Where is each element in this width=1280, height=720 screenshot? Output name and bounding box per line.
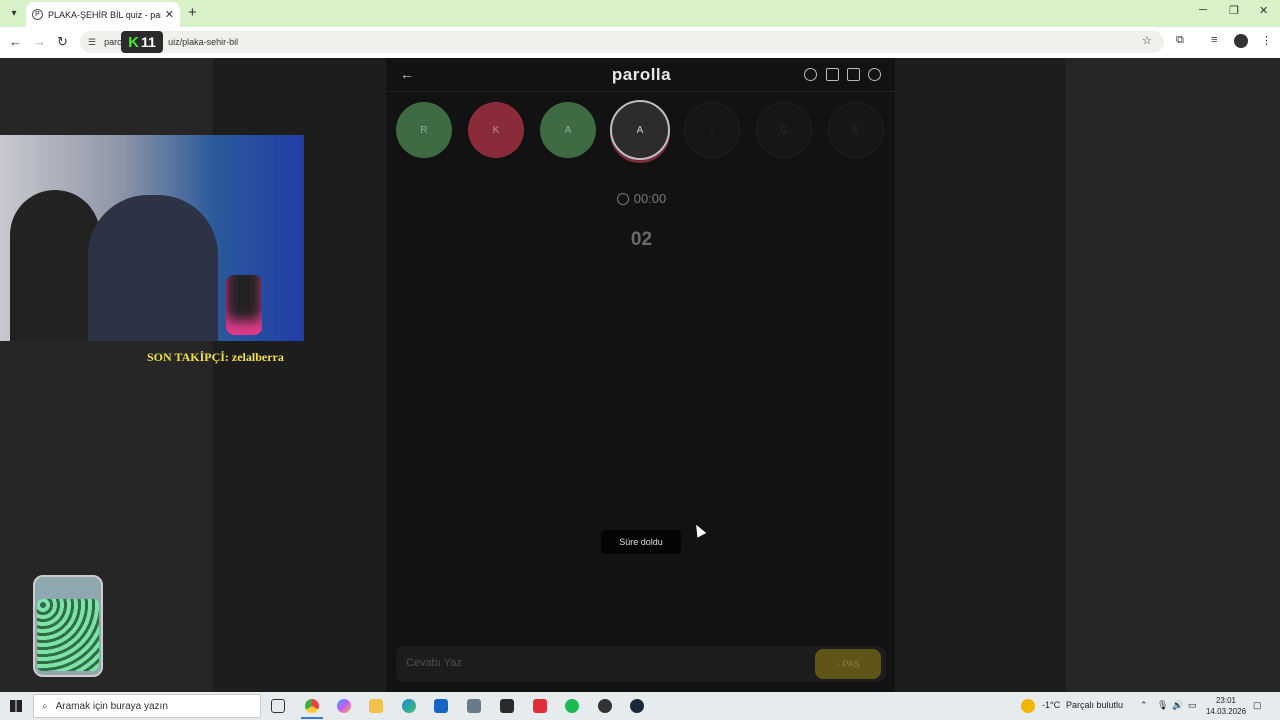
pass-button[interactable]: › PAS: [815, 649, 881, 679]
weather-temp[interactable]: -1°C: [1042, 700, 1060, 710]
app-header: ← parolla: [386, 58, 897, 92]
feedback-icon[interactable]: [847, 68, 860, 81]
app-logo: parolla: [611, 65, 672, 84]
taskbar-search[interactable]: ⌕ Aramak için buraya yazın: [33, 694, 261, 718]
network-icon[interactable]: ▭: [1188, 700, 1197, 711]
stream-badge-number: 11: [141, 34, 156, 50]
copilot-icon[interactable]: [337, 699, 351, 713]
letter-circle: Ç: [756, 102, 812, 158]
weather-text[interactable]: Parçalı bulutlu: [1066, 700, 1123, 710]
timer-value: 00:00: [633, 191, 667, 206]
streamer-silhouette: [10, 190, 100, 341]
bookmark-star-icon[interactable]: ☆: [1142, 34, 1152, 47]
parolla-app: ← parolla R K A A I Ç E 00:00 02 Süre do…: [385, 58, 897, 692]
windows-start-icon[interactable]: [10, 700, 22, 712]
reload-icon[interactable]: ↻: [57, 34, 68, 50]
letter-circle: K: [468, 102, 524, 158]
system-clock[interactable]: 23:01 14.03.2026: [1206, 695, 1246, 717]
stream-badge: K 11: [121, 31, 163, 53]
tip-jar-image: [33, 575, 103, 677]
stream-badge-letter: K: [128, 33, 140, 51]
spotify-icon[interactable]: [565, 699, 579, 713]
back-arrow-icon[interactable]: ←: [9, 34, 22, 49]
clock-date: 14.03.2026: [1206, 707, 1247, 716]
letter-circle: R: [396, 102, 452, 158]
clock-time: 23:01: [1215, 696, 1237, 705]
chevron-right-icon: ›: [836, 659, 840, 669]
extensions-icon[interactable]: ⧉: [1176, 34, 1184, 47]
restore-button[interactable]: ❐: [1229, 4, 1239, 17]
browser-tab-bar: ▾ P PLAKA-ŞEHİR BİL quiz - parolla ✕ + ─…: [0, 0, 1280, 27]
time-up-toast: Süre doldu: [601, 530, 681, 554]
minimize-button[interactable]: ─: [1199, 4, 1207, 16]
clock-icon: [616, 193, 629, 205]
webcam-feed: [0, 135, 304, 341]
answer-input[interactable]: [406, 657, 786, 669]
menu-kebab-icon[interactable]: ⋮: [1261, 34, 1272, 47]
edge-icon[interactable]: [402, 699, 416, 713]
app-red-icon[interactable]: [533, 699, 547, 713]
tab-title: PLAKA-ŞEHİR BİL quiz - parolla: [48, 9, 161, 20]
new-tab-button[interactable]: +: [188, 4, 197, 21]
tab-search-chevron-icon[interactable]: ▾: [6, 5, 22, 21]
tab-close-icon[interactable]: ✕: [165, 8, 174, 21]
letter-circle: A: [540, 102, 596, 158]
site-info-icon[interactable]: ☰: [88, 37, 96, 48]
app-icon[interactable]: [467, 699, 481, 713]
forward-arrow-icon[interactable]: →: [33, 34, 46, 49]
pass-label: PAS: [842, 659, 860, 669]
file-explorer-icon[interactable]: [369, 699, 383, 713]
lamp-image: [226, 275, 262, 335]
profile-avatar[interactable]: [1234, 34, 1248, 48]
weather-icon[interactable]: [1021, 699, 1035, 713]
letter-circle-active: A: [610, 100, 670, 160]
task-view-icon[interactable]: [271, 699, 285, 713]
stats-icon[interactable]: [826, 68, 839, 81]
user-icon[interactable]: [868, 68, 881, 81]
obs-icon[interactable]: [598, 699, 612, 713]
search-icon: ⌕: [42, 700, 48, 712]
letter-circle: E: [828, 102, 884, 158]
notifications-icon[interactable]: ▢: [1253, 700, 1262, 711]
browser-tab[interactable]: P PLAKA-ŞEHİR BİL quiz - parolla ✕: [26, 2, 180, 27]
windows-taskbar: ⌕ Aramak için buraya yazın -1°C Parçalı …: [0, 692, 1280, 720]
store-icon[interactable]: [500, 699, 514, 713]
tray-chevron-icon[interactable]: ⌃: [1140, 700, 1148, 711]
outlook-icon[interactable]: [434, 699, 448, 713]
timer: 00:00: [386, 191, 897, 206]
right-background-panel: [1066, 58, 1280, 692]
microphone-icon[interactable]: 🎙: [1157, 700, 1168, 711]
mouse-cursor-icon: [691, 522, 707, 538]
info-icon[interactable]: [804, 68, 817, 81]
letter-circle: I: [684, 102, 740, 158]
volume-icon[interactable]: 🔊: [1172, 700, 1183, 711]
right-gutter: [896, 58, 1066, 692]
score: 02: [630, 229, 653, 250]
url-path: uiz/plaka-sehir-bil: [168, 37, 239, 47]
taskbar-search-placeholder: Aramak için buraya yazın: [55, 700, 168, 712]
answer-bar: › PAS: [396, 646, 886, 682]
close-window-button[interactable]: ✕: [1259, 4, 1268, 17]
steam-icon[interactable]: [630, 699, 644, 713]
letter-wheel: R K A A I Ç E: [396, 100, 886, 162]
chrome-icon[interactable]: [301, 699, 323, 719]
jar-fill: [37, 599, 99, 671]
parolla-favicon-icon: P: [32, 9, 43, 20]
browser-toolbar: ← → ↻ ☰ paro uiz/plaka-sehir-bil: [0, 27, 1280, 58]
address-bar[interactable]: ☰ paro uiz/plaka-sehir-bil: [80, 31, 1164, 53]
last-follower-label: SON TAKİPÇİ: zelalberra: [147, 350, 284, 364]
streamer-silhouette: [88, 195, 218, 341]
page-viewport: ← parolla R K A A I Ç E 00:00 02 Süre do…: [0, 58, 1280, 692]
media-control-icon[interactable]: ≡: [1211, 34, 1217, 46]
url-prefix: paro: [104, 37, 123, 47]
